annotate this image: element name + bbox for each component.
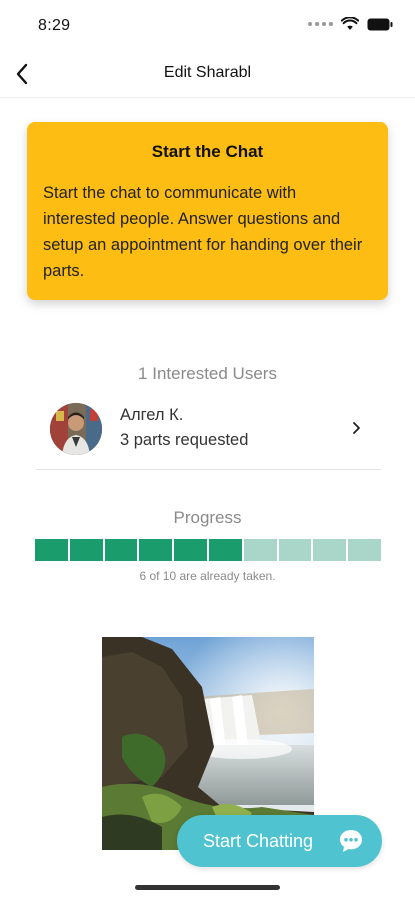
user-name: Алгел К. [120,406,184,424]
interested-users-header: 1 Interested Users [138,364,277,383]
progress-segment-taken [139,539,173,561]
user-parts-requested: 3 parts requested [120,431,249,449]
battery-icon [367,18,393,30]
start-chatting-button[interactable]: Start Chatting [177,815,382,867]
progress-segment-free [243,539,277,561]
progress-segment-taken [104,539,138,561]
home-indicator[interactable] [135,885,280,890]
progress-label: Progress [173,508,242,527]
status-time: 8:29 [38,17,71,34]
progress-segment-taken [208,539,242,561]
status-icons [308,17,393,31]
progress-segment-free [313,539,347,561]
progress-segment-taken [174,539,207,561]
cellular-signal-icon [308,22,333,26]
progress-caption: 6 of 10 are already taken. [139,569,276,583]
status-bar: 8:29 [0,0,415,52]
nav-bar: Edit Sharabl [0,52,415,98]
progress-segment-taken [35,539,68,561]
progress-segment-free [348,539,381,561]
chevron-right-icon [353,422,360,434]
start-chatting-label: Start Chatting [203,830,314,851]
start-chat-info-card: Start the Chat Start the chat to communi… [27,122,388,300]
info-card-title: Start the Chat [151,142,264,161]
page-title: Edit Sharabl [163,64,252,81]
chat-bubble-icon [340,830,362,852]
progress-segment-free [278,539,312,561]
avatar [50,403,102,455]
progress-segment-taken [69,539,103,561]
wifi-icon [341,17,359,30]
progress-bar [35,539,381,561]
interested-user-row[interactable]: Алгел К. 3 parts requested [36,398,381,470]
info-card-body: Start the chat to communicate with inter… [43,184,363,280]
